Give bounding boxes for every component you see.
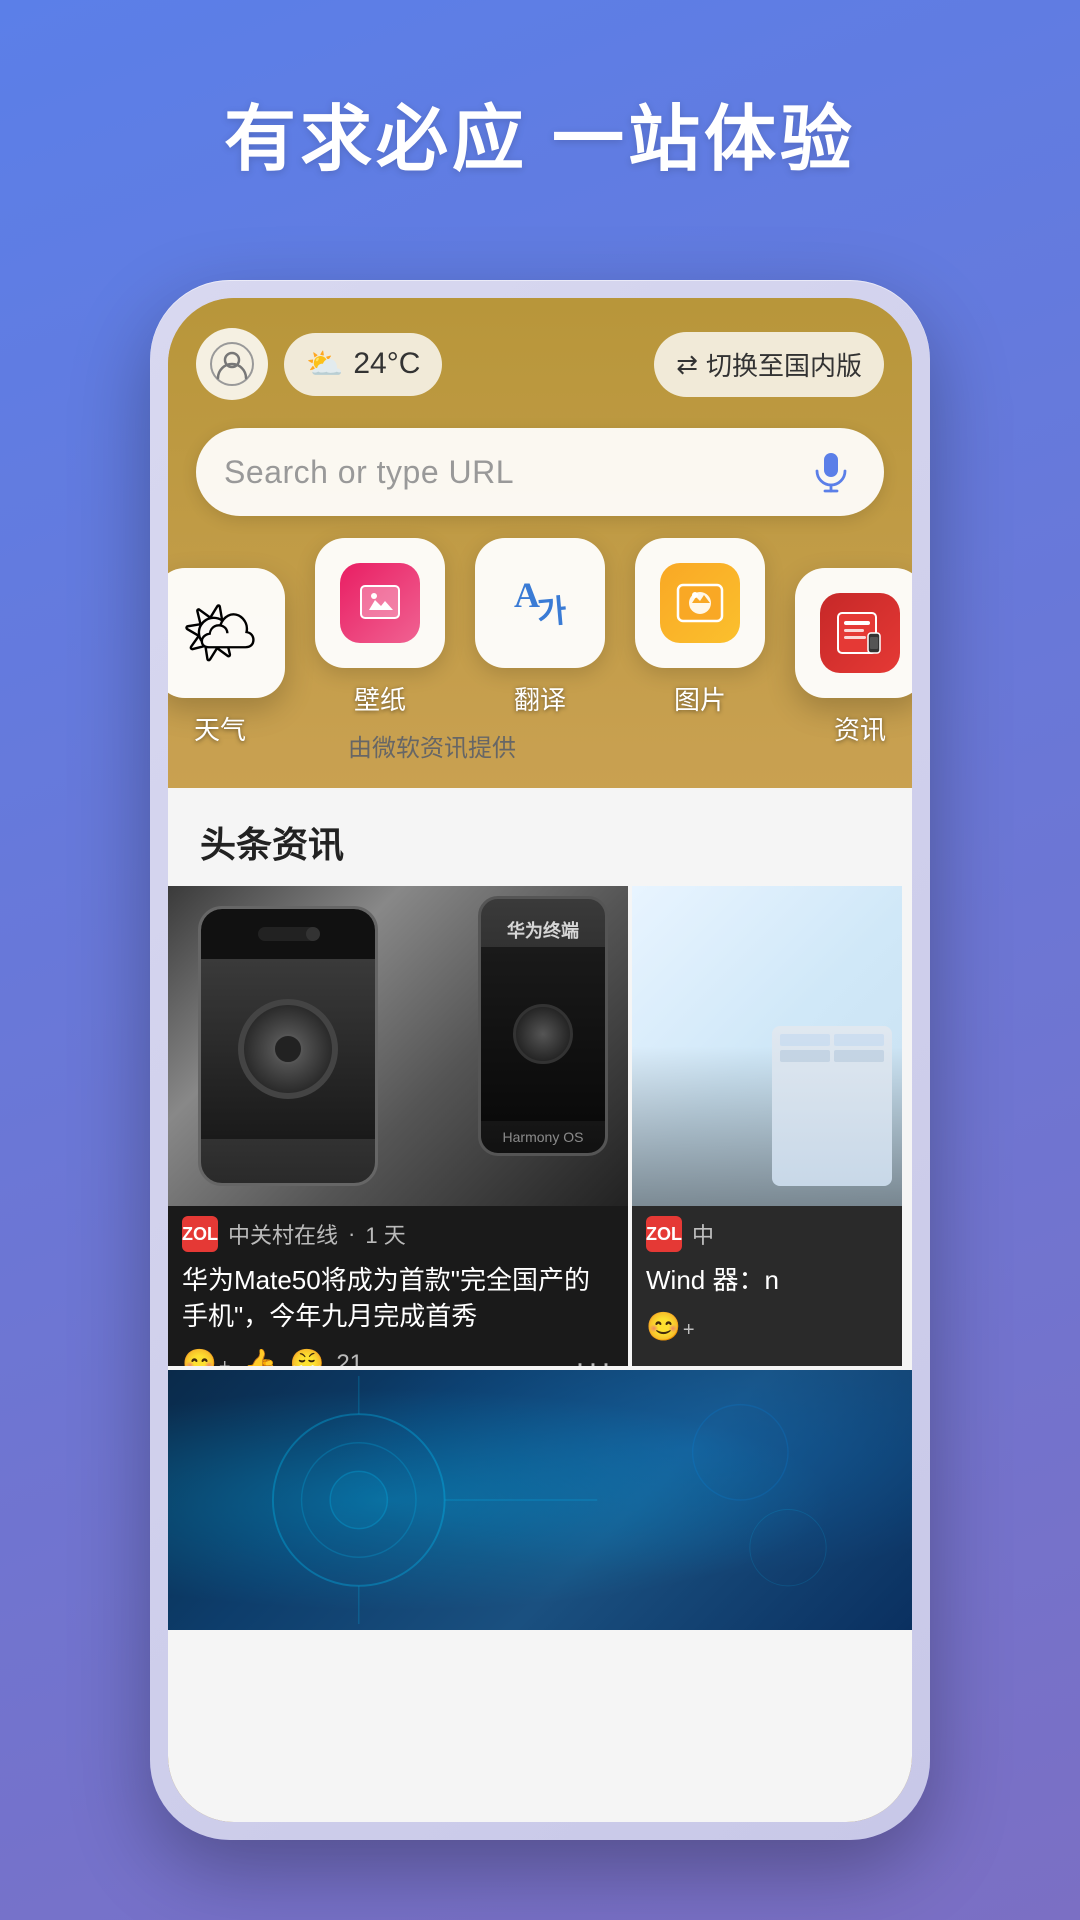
- wallpaper-app-label: 壁纸: [354, 680, 406, 717]
- weather-app-label: 天气: [194, 710, 246, 747]
- quick-apps-row: 🌤 天气 壁纸: [168, 538, 912, 747]
- switch-icon: ⇄: [676, 349, 698, 380]
- news-source-name: 中关村在线: [228, 1218, 338, 1250]
- translate-icon: A 가: [500, 563, 580, 643]
- news-card2-source: 中: [692, 1218, 714, 1250]
- huawei-terminal-text: 华为终端: [507, 899, 579, 947]
- news-icon: [820, 593, 900, 673]
- news-cards-row: 华为终端 Harmony OS ZOL 中关村在线 · 1 天: [168, 886, 912, 1366]
- news-card-main[interactable]: 华为终端 Harmony OS ZOL 中关村在线 · 1 天: [168, 886, 628, 1366]
- quick-app-weather[interactable]: 🌤 天气: [168, 568, 285, 747]
- switch-region-button[interactable]: ⇄ 切换至国内版: [654, 332, 884, 397]
- photo-app-icon-box: [635, 538, 765, 668]
- news-section: 头条资讯: [168, 788, 912, 1822]
- quick-app-wallpaper[interactable]: 壁纸: [315, 538, 445, 717]
- add-reaction-button[interactable]: 😊+: [182, 1347, 231, 1366]
- mic-icon[interactable]: [806, 447, 856, 497]
- more-options-button[interactable]: ···: [575, 1347, 614, 1366]
- search-placeholder-text: Search or type URL: [224, 454, 790, 491]
- phone-sim-2: 华为终端 Harmony OS: [478, 896, 608, 1156]
- reaction-count: 21: [336, 1350, 363, 1366]
- harmony-os-text: Harmony OS: [503, 1121, 584, 1153]
- avatar-button[interactable]: [196, 328, 268, 400]
- svg-text:가: 가: [535, 593, 567, 631]
- news-card2-image: [632, 886, 902, 1206]
- translate-app-label: 翻译: [514, 680, 566, 717]
- quick-app-photo[interactable]: 图片: [635, 538, 765, 717]
- news-card2-actions: 😊+: [632, 1306, 902, 1351]
- news-source-icon: ZOL: [182, 1216, 218, 1252]
- user-avatar-icon: [210, 342, 254, 386]
- building-sim: [772, 1026, 892, 1186]
- thumbs-up-emoji[interactable]: 👍: [243, 1347, 278, 1366]
- weather-cloud-icon: 🌤: [181, 597, 260, 670]
- photo-icon: [660, 563, 740, 643]
- news-app-label: 资讯: [834, 710, 886, 747]
- news-card-image: 华为终端 Harmony OS: [168, 886, 628, 1206]
- search-bar[interactable]: Search or type URL: [196, 428, 884, 516]
- news-card-title: 华为Mate50将成为首款"完全国产的手机"，今年九月完成首秀: [168, 1256, 628, 1343]
- weather-app-icon-box: 🌤: [168, 568, 285, 698]
- photo-app-label: 图片: [674, 680, 726, 717]
- hero-title: 有求必应 一站体验: [0, 80, 1080, 185]
- wallpaper-icon: [340, 563, 420, 643]
- news-card-secondary[interactable]: ZOL 中 Wind 器：n 😊+: [632, 886, 902, 1366]
- card2-reaction-button[interactable]: 😊+: [646, 1310, 695, 1343]
- news-bottom-card[interactable]: [168, 1370, 912, 1630]
- temperature-label: 24°C: [353, 347, 420, 381]
- news-time: ·: [348, 1221, 355, 1247]
- phone-frame: ⛅ 24°C ⇄ 切换至国内版 Search or type URL: [150, 280, 930, 1840]
- phone-sim-1: [198, 906, 378, 1186]
- top-bar: ⛅ 24°C ⇄ 切换至国内版: [196, 328, 884, 400]
- news-app-icon-box: [795, 568, 912, 698]
- news-actions-bar: 😊+ 👍 😤 21 ···: [168, 1343, 628, 1366]
- news-card-meta: ZOL 中关村在线 · 1 天: [168, 1206, 628, 1256]
- news-card2-meta: ZOL 中: [632, 1206, 902, 1256]
- news-card2-title: Wind 器：n: [632, 1256, 902, 1306]
- weather-emoji-icon: ⛅: [306, 347, 343, 382]
- powered-by-text: 由微软资讯提供: [348, 728, 516, 763]
- circuit-bg-svg: [168, 1370, 912, 1630]
- news-card2-source-icon: ZOL: [646, 1216, 682, 1252]
- translate-app-icon-box: A 가: [475, 538, 605, 668]
- phone-inner: ⛅ 24°C ⇄ 切换至国内版 Search or type URL: [168, 298, 912, 1822]
- switch-label: 切换至国内版: [706, 346, 862, 383]
- quick-app-news[interactable]: 资讯: [795, 568, 912, 747]
- news-section-header: 头条资讯: [168, 788, 912, 886]
- weather-chip[interactable]: ⛅ 24°C: [284, 333, 442, 396]
- news-time-label: 1 天: [365, 1218, 405, 1250]
- angry-emoji[interactable]: 😤: [289, 1347, 324, 1366]
- quick-app-translate[interactable]: A 가 翻译: [475, 538, 605, 717]
- wallpaper-app-icon-box: [315, 538, 445, 668]
